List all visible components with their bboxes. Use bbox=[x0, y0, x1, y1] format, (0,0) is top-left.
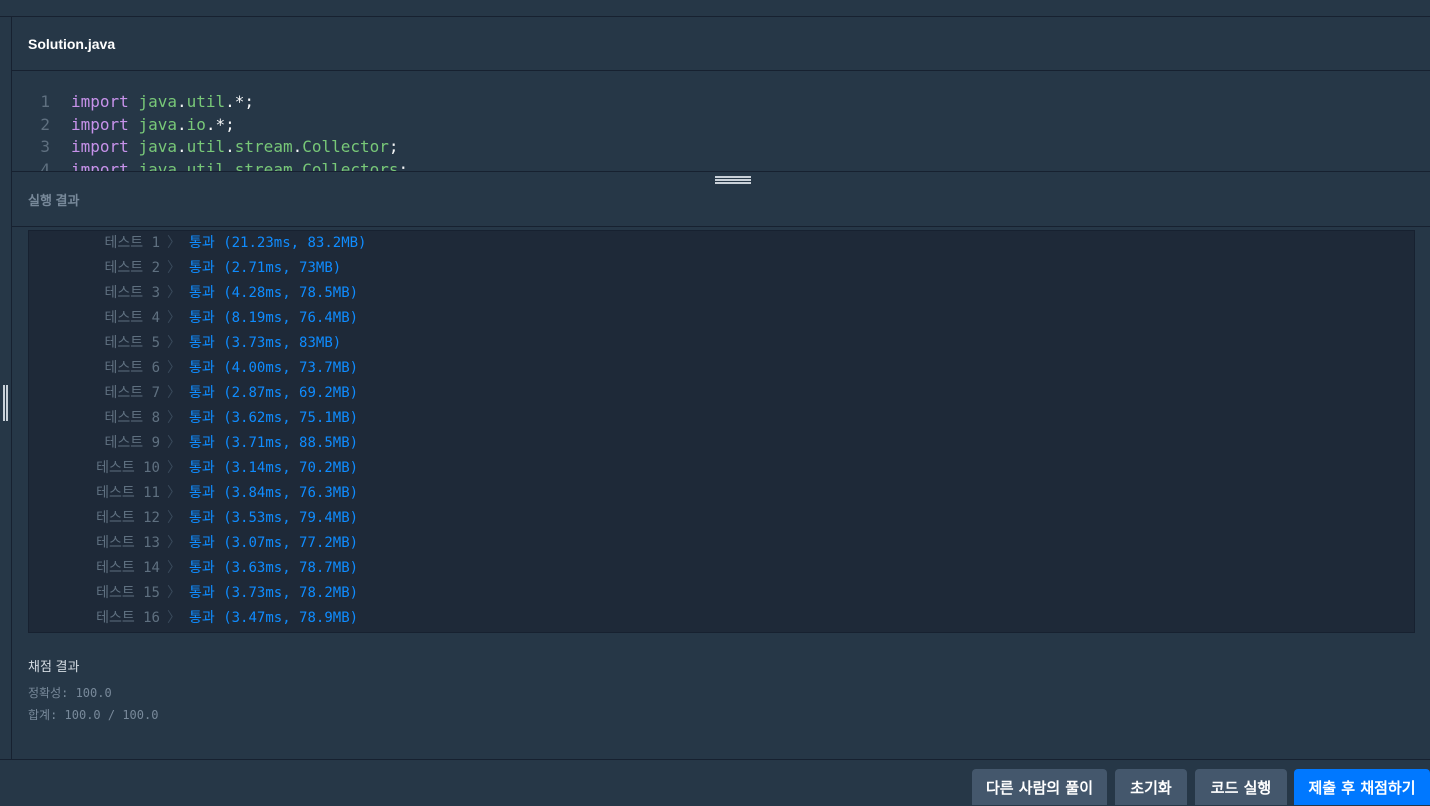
chevron-right-icon: 〉 bbox=[167, 610, 181, 626]
test-label: 테스트 7 bbox=[104, 385, 161, 401]
test-result-row: 테스트 1 〉 통과 (21.23ms, 83.2MB) bbox=[29, 231, 1414, 256]
test-result-row: 테스트 15 〉 통과 (3.73ms, 78.2MB) bbox=[29, 581, 1414, 606]
test-label: 테스트 15 bbox=[96, 585, 160, 601]
test-result-text: 통과 (8.19ms, 76.4MB) bbox=[189, 310, 359, 326]
test-result-row: 테스트 4 〉 통과 (8.19ms, 76.4MB) bbox=[29, 306, 1414, 331]
other-solutions-button[interactable]: 다른 사람의 풀이 bbox=[972, 769, 1107, 805]
chevron-right-icon: 〉 bbox=[167, 235, 181, 251]
code-text: import java.util.*; bbox=[71, 92, 255, 111]
test-label: 테스트 11 bbox=[96, 485, 160, 501]
code-text: import java.io.*; bbox=[71, 114, 235, 134]
chevron-right-icon: 〉 bbox=[167, 260, 181, 276]
test-label: 테스트 16 bbox=[96, 610, 160, 626]
test-result-text: 통과 (3.73ms, 78.2MB) bbox=[189, 585, 359, 601]
test-label: 테스트 6 bbox=[104, 360, 161, 376]
test-label: 테스트 12 bbox=[96, 510, 160, 526]
chevron-right-icon: 〉 bbox=[167, 310, 181, 326]
chevron-right-icon: 〉 bbox=[167, 360, 181, 376]
chevron-right-icon: 〉 bbox=[167, 510, 181, 526]
test-result-row: 테스트 5 〉 통과 (3.73ms, 83MB) bbox=[29, 331, 1414, 356]
code-text: import java.util.stream.Collectors; bbox=[71, 159, 409, 172]
code-line: 4 import java.util.stream.Collectors; bbox=[12, 159, 1430, 172]
line-number: 3 bbox=[40, 137, 50, 156]
chevron-right-icon: 〉 bbox=[167, 535, 181, 551]
test-result-row: 테스트 13 〉 통과 (3.07ms, 77.2MB) bbox=[29, 531, 1414, 556]
test-result-row: 테스트 14 〉 통과 (3.63ms, 78.7MB) bbox=[29, 556, 1414, 581]
test-label: 테스트 13 bbox=[96, 535, 160, 551]
result-console: 테스트 1 〉 통과 (21.23ms, 83.2MB) 테스트 2 〉 통과 (2.71… bbox=[28, 230, 1415, 633]
test-result-text: 통과 (4.28ms, 78.5MB) bbox=[189, 285, 359, 301]
code-editor[interactable]: 1 import java.util.*; 2 import java.io.*; 3 i… bbox=[12, 71, 1430, 171]
test-result-text: 통과 (3.71ms, 88.5MB) bbox=[189, 435, 359, 451]
chevron-right-icon: 〉 bbox=[167, 410, 181, 426]
submit-button[interactable]: 제출 후 채점하기 bbox=[1294, 769, 1430, 805]
test-label: 테스트 4 bbox=[104, 310, 161, 326]
file-title: Solution.java bbox=[28, 36, 116, 52]
code-line: 3 import java.util.stream.Collector; bbox=[12, 136, 1430, 158]
test-label: 테스트 5 bbox=[104, 335, 161, 351]
file-header: Solution.java bbox=[12, 17, 1430, 71]
result-title: 실행 결과 bbox=[28, 193, 80, 208]
test-result-row: 테스트 12 〉 통과 (3.53ms, 79.4MB) bbox=[29, 506, 1414, 531]
chevron-right-icon: 〉 bbox=[167, 585, 181, 601]
test-result-row: 테스트 2 〉 통과 (2.71ms, 73MB) bbox=[29, 256, 1414, 281]
line-number: 2 bbox=[40, 114, 50, 134]
test-result-text: 통과 (3.63ms, 78.7MB) bbox=[189, 560, 359, 576]
code-line: 2 import java.io.*; bbox=[12, 114, 1430, 136]
test-result-text: 통과 (3.62ms, 75.1MB) bbox=[189, 410, 359, 426]
test-result-text: 통과 (3.14ms, 70.2MB) bbox=[189, 460, 359, 476]
code-line: 1 import java.util.*; bbox=[12, 91, 1430, 113]
reset-button[interactable]: 초기화 bbox=[1115, 769, 1187, 805]
test-result-text: 통과 (3.84ms, 76.3MB) bbox=[189, 485, 359, 501]
chevron-right-icon: 〉 bbox=[167, 385, 181, 401]
test-result-text: 통과 (3.07ms, 77.2MB) bbox=[189, 535, 359, 551]
drag-handle-icon[interactable] bbox=[715, 176, 751, 185]
line-number: 1 bbox=[40, 92, 50, 111]
test-result-row: 테스트 6 〉 통과 (4.00ms, 73.7MB) bbox=[29, 356, 1414, 381]
test-result-text: 통과 (3.73ms, 83MB) bbox=[189, 335, 342, 351]
grading-title: 채점 결과 bbox=[28, 659, 80, 674]
line-number: 4 bbox=[40, 159, 50, 172]
chevron-right-icon: 〉 bbox=[167, 485, 181, 501]
chevron-right-icon: 〉 bbox=[167, 335, 181, 351]
grading-total: 합계: 100.0 / 100.0 bbox=[28, 708, 159, 722]
chevron-right-icon: 〉 bbox=[167, 285, 181, 301]
chevron-right-icon: 〉 bbox=[167, 460, 181, 476]
test-result-text: 통과 (3.53ms, 79.4MB) bbox=[189, 510, 359, 526]
test-label: 테스트 14 bbox=[96, 560, 160, 576]
test-result-row: 테스트 16 〉 통과 (3.47ms, 78.9MB) bbox=[29, 606, 1414, 631]
grading-accuracy: 정확성: 100.0 bbox=[28, 686, 112, 700]
test-label: 테스트 9 bbox=[104, 435, 161, 451]
test-result-row: 테스트 11 〉 통과 (3.84ms, 76.3MB) bbox=[29, 481, 1414, 506]
action-bar: 다른 사람의 풀이 초기화 코드 실행 제출 후 채점하기 bbox=[0, 759, 1430, 805]
test-label: 테스트 1 bbox=[104, 235, 161, 251]
test-label: 테스트 10 bbox=[96, 460, 160, 476]
editor-panel: Solution.java 1 import java.util.*; 2 impor… bbox=[12, 17, 1430, 759]
test-result-text: 통과 (21.23ms, 83.2MB) bbox=[189, 235, 367, 251]
test-label: 테스트 8 bbox=[104, 410, 161, 426]
test-result-row: 테스트 7 〉 통과 (2.87ms, 69.2MB) bbox=[29, 381, 1414, 406]
left-panel-divider[interactable] bbox=[0, 17, 12, 759]
test-result-text: 통과 (3.47ms, 78.9MB) bbox=[189, 610, 359, 626]
run-code-button[interactable]: 코드 실행 bbox=[1195, 769, 1287, 805]
chevron-right-icon: 〉 bbox=[167, 435, 181, 451]
test-result-row: 테스트 8 〉 통과 (3.62ms, 75.1MB) bbox=[29, 406, 1414, 431]
chevron-right-icon: 〉 bbox=[167, 560, 181, 576]
top-bar bbox=[0, 0, 1430, 17]
test-result-row: 테스트 10 〉 통과 (3.14ms, 70.2MB) bbox=[29, 456, 1414, 481]
resize-handle-icon[interactable] bbox=[3, 385, 8, 421]
code-text: import java.util.stream.Collector; bbox=[71, 137, 399, 156]
test-label: 테스트 3 bbox=[104, 285, 161, 301]
test-result-row: 테스트 9 〉 통과 (3.71ms, 88.5MB) bbox=[29, 431, 1414, 456]
test-result-text: 통과 (2.71ms, 73MB) bbox=[189, 260, 342, 276]
test-result-text: 통과 (4.00ms, 73.7MB) bbox=[189, 360, 359, 376]
test-label: 테스트 2 bbox=[104, 260, 161, 276]
test-result-text: 통과 (2.87ms, 69.2MB) bbox=[189, 385, 359, 401]
test-result-row: 테스트 3 〉 통과 (4.28ms, 78.5MB) bbox=[29, 281, 1414, 306]
